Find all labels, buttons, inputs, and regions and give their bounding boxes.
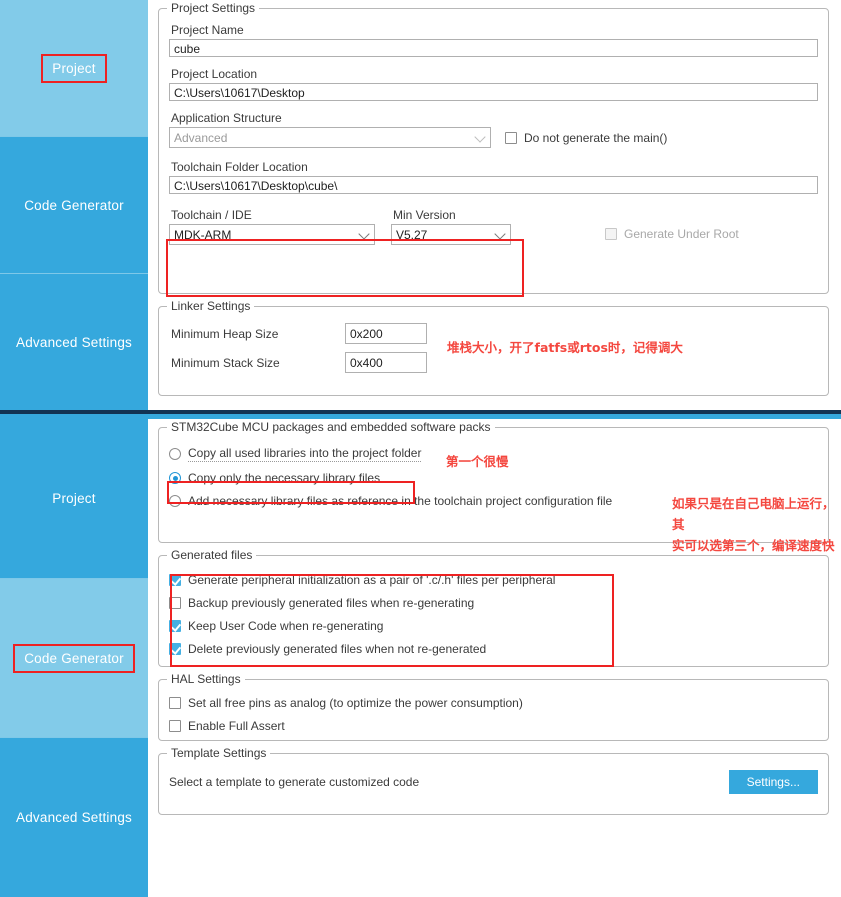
application-structure-label: Application Structure	[171, 111, 282, 125]
mcu-packages-title: STM32Cube MCU packages and embedded soft…	[167, 420, 495, 434]
sidebar-item-advanced-settings-label-2: Advanced Settings	[16, 810, 132, 826]
project-location-label: Project Location	[171, 67, 258, 81]
backup-previously-generated-label: Backup previously generated files when r…	[188, 596, 475, 610]
linker-settings-title: Linker Settings	[167, 299, 255, 313]
generate-peripheral-init-checkbox[interactable]	[169, 574, 181, 586]
add-library-reference-radio[interactable]	[169, 495, 181, 507]
hal-settings-title: HAL Settings	[167, 672, 245, 686]
copy-necessary-libraries-label: Copy only the necessary library files	[188, 471, 381, 485]
hal-setting-item[interactable]: Enable Full Assert	[169, 719, 818, 733]
code-generator-content: STM32Cube MCU packages and embedded soft…	[148, 419, 841, 897]
hal-setting-item[interactable]: Set all free pins as analog (to optimize…	[169, 696, 818, 710]
backup-previously-generated-checkbox[interactable]	[169, 597, 181, 609]
do-not-generate-main-row[interactable]: Do not generate the main()	[505, 131, 667, 145]
sidebar-item-advanced-settings-label: Advanced Settings	[16, 334, 132, 350]
add-library-reference-label: Add necessary library files as reference…	[188, 494, 613, 508]
radio-row-copy-necessary[interactable]: Copy only the necessary library files	[169, 471, 818, 485]
generated-file-item[interactable]: Delete previously generated files when n…	[169, 642, 818, 656]
generated-file-item[interactable]: Backup previously generated files when r…	[169, 596, 818, 610]
minimum-stack-size-label: Minimum Stack Size	[171, 355, 280, 370]
generate-under-root-row: Generate Under Root	[605, 227, 739, 245]
chevron-down-icon	[474, 130, 486, 143]
sidebar-item-advanced-settings[interactable]: Advanced Settings	[0, 274, 148, 410]
generated-files-group: Generated files Generate peripheral init…	[158, 548, 829, 667]
copy-all-libraries-radio[interactable]	[169, 448, 181, 460]
sidebar-item-project-2[interactable]: Project	[0, 419, 148, 579]
sidebar-item-code-generator-label-2: Code Generator	[13, 643, 135, 673]
delete-previously-generated-checkbox[interactable]	[169, 643, 181, 655]
set-free-pins-analog-checkbox[interactable]	[169, 697, 181, 709]
code-generator-panel: Project Code Generator Advanced Settings…	[0, 419, 841, 897]
template-settings-title: Template Settings	[167, 746, 271, 760]
toolchain-ide-label: Toolchain / IDE	[171, 208, 252, 222]
set-free-pins-analog-label: Set all free pins as analog (to optimize…	[188, 696, 523, 710]
annotation-stack-size: 堆栈大小，开了fatfs或rtos时，记得调大	[447, 340, 683, 355]
generated-file-item[interactable]: Generate peripheral initialization as a …	[169, 573, 818, 587]
minimum-stack-size-input[interactable]: 0x400	[345, 352, 427, 373]
minimum-heap-size-input[interactable]: 0x200	[345, 323, 427, 344]
do-not-generate-main-label: Do not generate the main()	[524, 130, 668, 145]
delete-previously-generated-label: Delete previously generated files when n…	[188, 642, 487, 656]
project-panel: Project Code Generator Advanced Settings…	[0, 0, 841, 410]
application-structure-value: Advanced	[174, 131, 228, 145]
min-version-select[interactable]: V5.27	[391, 224, 511, 245]
project-settings-title: Project Settings	[167, 1, 260, 15]
generate-peripheral-init-label: Generate peripheral initialization as a …	[188, 573, 556, 587]
template-settings-description: Select a template to generate customized…	[169, 775, 420, 789]
toolchain-folder-input[interactable]: C:\Users\10617\Desktop\cube\	[169, 176, 818, 194]
do-not-generate-main-checkbox[interactable]	[505, 131, 517, 144]
enable-full-assert-checkbox[interactable]	[169, 720, 181, 732]
sidebar-top: Project Code Generator Advanced Settings	[0, 0, 148, 410]
min-version-label: Min Version	[393, 208, 456, 222]
template-settings-button[interactable]: Settings...	[728, 770, 818, 794]
generated-files-title: Generated files	[167, 548, 257, 562]
chevron-down-icon	[358, 227, 370, 240]
copy-all-libraries-label: Copy all used libraries into the project…	[188, 446, 422, 462]
sidebar-item-code-generator-2[interactable]: Code Generator	[0, 578, 148, 739]
sidebar-item-code-generator-label: Code Generator	[24, 197, 124, 213]
toolchain-ide-select[interactable]: MDK-ARM	[169, 224, 375, 245]
generate-under-root-label: Generate Under Root	[624, 227, 739, 241]
toolchain-folder-label: Toolchain Folder Location	[171, 160, 308, 174]
copy-necessary-libraries-radio[interactable]	[169, 472, 181, 484]
minimum-heap-size-label: Minimum Heap Size	[171, 326, 279, 341]
application-structure-select[interactable]: Advanced	[169, 127, 491, 148]
sidebar-item-advanced-settings-2[interactable]: Advanced Settings	[0, 738, 148, 897]
sidebar-item-code-generator[interactable]: Code Generator	[0, 137, 148, 274]
panel-divider	[0, 410, 841, 419]
generate-under-root-checkbox	[605, 228, 617, 240]
project-location-input[interactable]: C:\Users\10617\Desktop	[169, 83, 818, 101]
annotation-first-slow: 第一个很慢	[446, 454, 509, 469]
template-settings-group: Template Settings Select a template to g…	[158, 746, 829, 815]
sidebar-bottom: Project Code Generator Advanced Settings	[0, 419, 148, 897]
sidebar-item-project-label: Project	[41, 53, 107, 83]
hal-settings-group: HAL Settings Set all free pins as analog…	[158, 672, 829, 741]
sidebar-item-project[interactable]: Project	[0, 0, 148, 137]
annotation-third-option: 如果只是在自己电脑上运行，其 实可以选第三个，编译速度快	[672, 496, 835, 553]
chevron-down-icon	[494, 227, 506, 240]
keep-user-code-label: Keep User Code when re-generating	[188, 619, 384, 633]
enable-full-assert-label: Enable Full Assert	[188, 719, 285, 733]
toolchain-ide-value: MDK-ARM	[174, 228, 232, 242]
project-name-label: Project Name	[171, 23, 244, 37]
sidebar-item-project-label-2: Project	[52, 490, 96, 506]
divider-accent-band	[0, 414, 841, 419]
min-version-value: V5.27	[396, 228, 428, 242]
keep-user-code-checkbox[interactable]	[169, 620, 181, 632]
project-name-input[interactable]: cube	[169, 39, 818, 57]
generated-file-item[interactable]: Keep User Code when re-generating	[169, 619, 818, 633]
project-settings-group: Project Settings Project Name cube Proje…	[158, 1, 829, 294]
